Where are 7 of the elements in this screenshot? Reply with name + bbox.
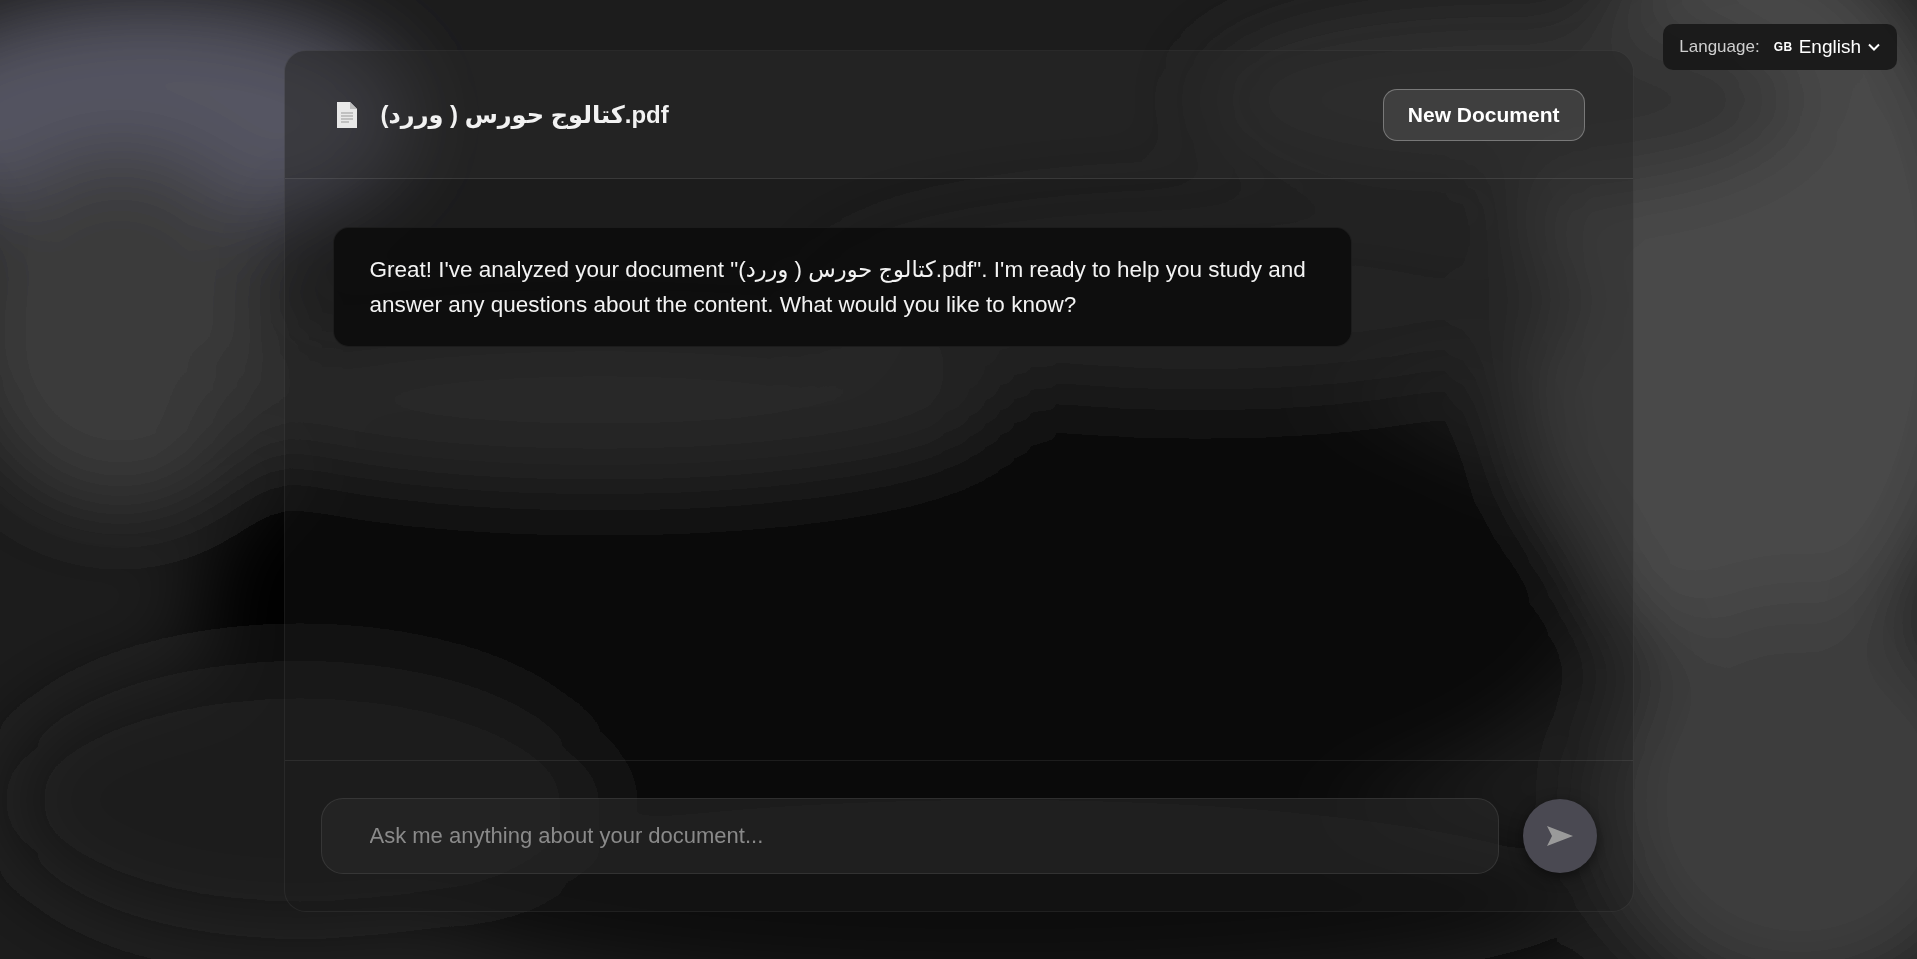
language-dropdown[interactable]: GB English — [1773, 36, 1881, 58]
message-bubble: Great! I've analyzed your document "كتالوج حورس ( وررد).pdf". I'm ready to help you study and answer any questions about the content. What would you like to know? — [332, 227, 1352, 347]
language-label: Language: — [1679, 37, 1760, 57]
document-title: كتالوج حورس ( وررد).pdf — [380, 100, 669, 129]
send-icon — [1546, 826, 1573, 846]
message-input[interactable]: Ask me anything about your document... — [320, 798, 1499, 874]
new-document-button[interactable]: New Document — [1382, 88, 1585, 141]
